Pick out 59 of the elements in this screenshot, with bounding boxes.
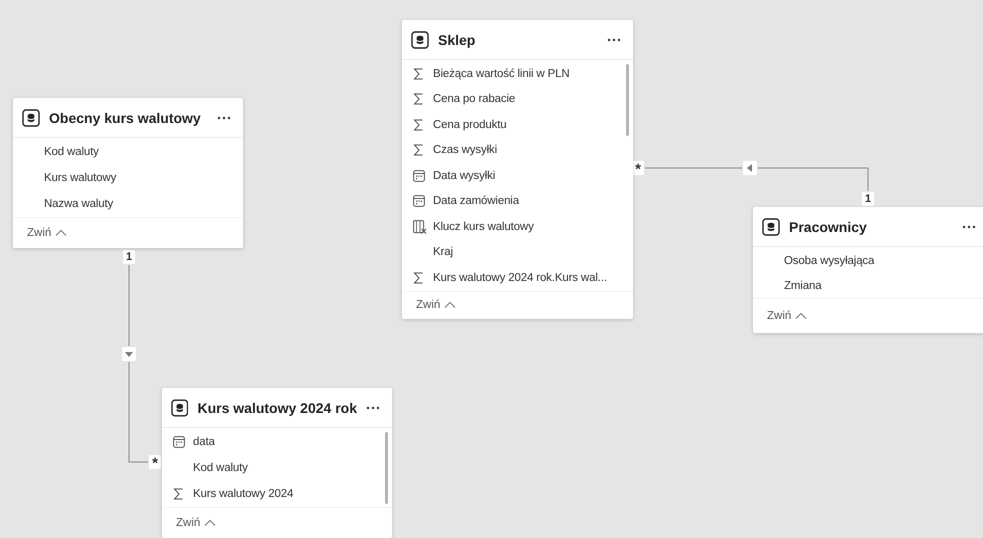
table-card[interactable]: Obecny kurs walutowy Kod waluty Kurs walutowy Nazwa waluty Zwiń xyxy=(13,98,243,248)
field-name[interactable]: Osoba wysyłająca xyxy=(784,254,874,266)
sigma-icon xyxy=(413,68,424,80)
scrollbar-thumb[interactable] xyxy=(626,64,629,136)
table-title: Sklep xyxy=(438,32,476,48)
field-name[interactable]: Czas wysyłki xyxy=(433,144,498,156)
field-name[interactable]: Kurs walutowy 2024 xyxy=(193,488,294,500)
chevron-up-icon xyxy=(444,301,456,309)
field-name[interactable]: Kurs walutowy xyxy=(44,172,116,184)
cardinality-label: 1 xyxy=(862,192,874,206)
relationship-line[interactable] xyxy=(128,362,148,462)
table-title: Kurs walutowy 2024 rok xyxy=(197,400,357,416)
more-options-icon[interactable] xyxy=(607,38,621,42)
table-icon xyxy=(22,108,40,126)
field-name[interactable]: Nazwa waluty xyxy=(44,198,114,210)
relationship-line[interactable] xyxy=(758,168,868,192)
sigma-icon xyxy=(413,144,424,156)
field-name[interactable]: Kod waluty xyxy=(44,146,99,158)
collapse-link[interactable]: Zwiń xyxy=(176,517,200,529)
table-card[interactable]: Kurs walutowy 2024 rok data Kod waluty Kurs walutowy 2024 Zwiń xyxy=(162,388,392,538)
cardinality-label: * xyxy=(632,161,644,175)
scrollbar-thumb[interactable] xyxy=(385,432,388,504)
field-name[interactable]: Bieżąca wartość linii w PLN xyxy=(433,68,570,80)
table-title: Pracownicy xyxy=(789,218,868,234)
field-name[interactable]: Zmiana xyxy=(784,280,822,292)
collapse-link[interactable]: Zwiń xyxy=(27,227,52,239)
calendar-icon xyxy=(413,195,425,208)
table-card[interactable]: Sklep Bieżąca wartość linii w PLN Cena po rabacie Cena produktu Czas wysyłki Data wysyłki Data zamówienia Klucz kurs walutowy Kraj Kurs walutowy 2024 rok.Kurs wal... Zwiń xyxy=(402,20,633,318)
field-name[interactable]: data xyxy=(193,436,215,448)
field-name[interactable]: Data zamówienia xyxy=(433,195,519,208)
field-name[interactable]: Cena po rabacie xyxy=(433,93,516,106)
more-options-icon[interactable] xyxy=(962,224,976,228)
sigma-icon xyxy=(413,118,424,131)
field-name[interactable]: Kurs walutowy 2024 rok.Kurs wal... xyxy=(433,272,607,284)
sigma-icon xyxy=(173,488,184,500)
table-title: Obecny kurs walutowy xyxy=(49,110,202,126)
collapse-link[interactable]: Zwiń xyxy=(767,310,792,322)
cardinality-label: * xyxy=(149,455,161,469)
field-name[interactable]: Kraj xyxy=(433,246,453,258)
calculated-column-icon xyxy=(413,220,427,234)
calendar-icon xyxy=(413,170,425,182)
table-icon xyxy=(411,30,429,48)
chevron-up-icon xyxy=(204,519,216,527)
field-name[interactable]: Kod waluty xyxy=(193,462,248,474)
table-icon xyxy=(171,398,188,416)
sigma-icon xyxy=(413,93,424,106)
field-name[interactable]: Klucz kurs walutowy xyxy=(433,220,534,233)
chevron-up-icon xyxy=(55,229,68,237)
more-options-icon[interactable] xyxy=(217,116,231,120)
calendar-icon xyxy=(173,436,185,448)
cardinality-label: 1 xyxy=(123,250,135,264)
table-card[interactable]: Pracownicy Osoba wysyłająca Zmiana Zwiń xyxy=(753,207,983,333)
field-name[interactable]: Cena produktu xyxy=(433,118,506,131)
chevron-up-icon xyxy=(795,312,808,320)
collapse-link[interactable]: Zwiń xyxy=(416,299,440,311)
sigma-icon xyxy=(413,272,424,284)
table-icon xyxy=(762,218,780,236)
field-name[interactable]: Data wysyłki xyxy=(433,170,496,182)
more-options-icon[interactable] xyxy=(366,406,380,410)
